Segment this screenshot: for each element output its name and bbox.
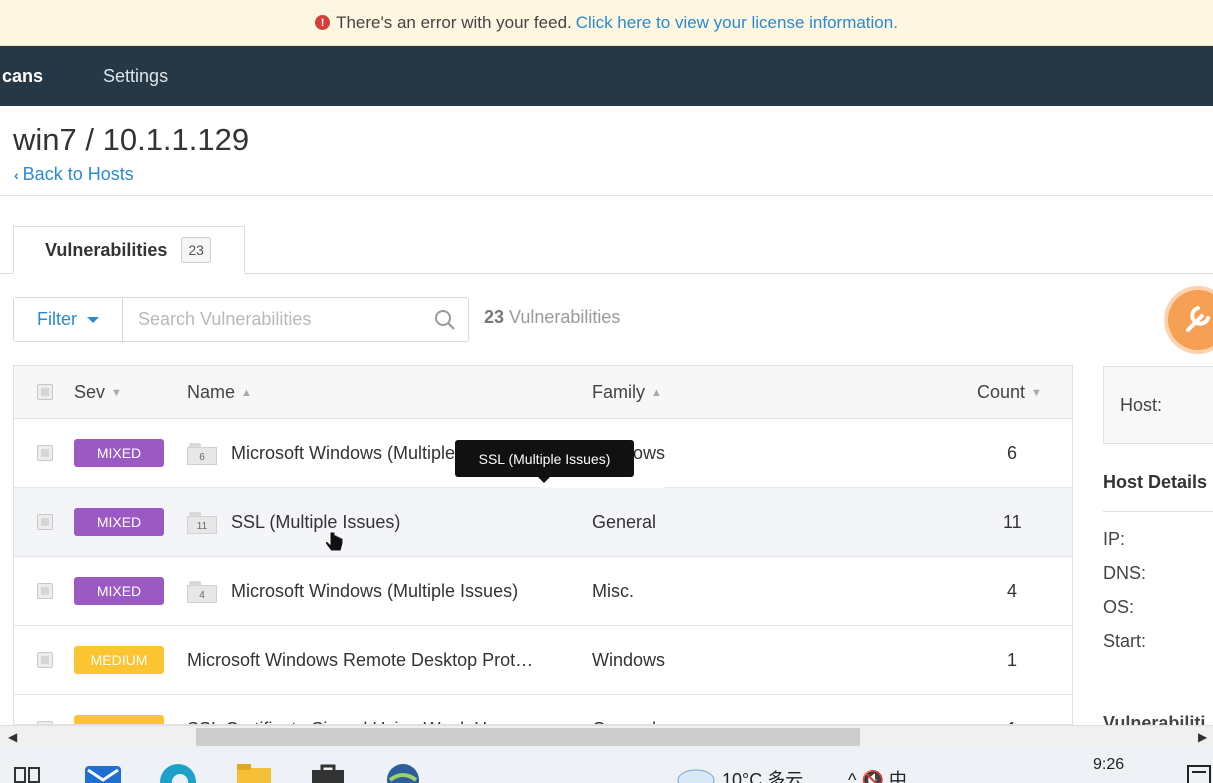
task-view-icon[interactable] <box>14 766 40 783</box>
host-label: Host: <box>1120 394 1163 415</box>
table-row[interactable]: MEDIUM SSL Certificate Signed Using Weak… <box>14 695 1072 724</box>
vulnerability-family: Misc. <box>592 581 634 601</box>
license-error-banner: ! There's an error with your feed. Click… <box>0 0 1213 46</box>
vulnerability-count-cell: 4 <box>1007 581 1018 601</box>
taskbar-clock[interactable]: 9:26 <box>1093 756 1124 774</box>
vulnerability-family: General <box>592 695 656 724</box>
edge-browser-icon[interactable] <box>158 762 198 783</box>
table-row[interactable]: MIXED 11 SSL (Multiple Issues) General 1… <box>14 488 1072 557</box>
column-header-name[interactable]: Name ▲ <box>187 366 252 419</box>
caret-down-icon <box>87 316 99 323</box>
top-navbar: cans Settings <box>0 46 1213 106</box>
vulnerability-count-cell: 1 <box>1007 695 1017 724</box>
sort-asc-icon: ▲ <box>241 386 252 399</box>
severity-badge: MIXED <box>74 508 164 536</box>
sort-desc-icon: ▼ <box>111 386 122 399</box>
vulnerability-count-cell: 11 <box>1003 512 1022 532</box>
folder-icon: 4 <box>187 580 217 603</box>
name-tooltip: SSL (Multiple Issues) <box>455 440 634 483</box>
column-family-label: Family <box>592 382 645 402</box>
vulnerabilities-table: Sev ▼ Name ▲ Family ▲ Count ▼ MIXED 6 Micros… <box>13 365 1073 725</box>
vulnerability-name: Microsoft Windows Remote Desktop Prot… <box>187 650 534 670</box>
vulnerability-family: Windows <box>592 650 666 670</box>
vulnerability-name: SSL Certificate Signed Using Weak Has <box>187 695 506 724</box>
tab-vulnerabilities[interactable]: Vulnerabilities 23 <box>13 226 245 274</box>
windows-taskbar: 10°C 多云 ^ 🔇 中 9:26 <box>0 748 1213 783</box>
sort-desc-icon: ▼ <box>1031 386 1042 399</box>
nav-scans[interactable]: cans <box>2 46 43 106</box>
scrollbar-thumb[interactable] <box>196 728 860 746</box>
filter-search-group: Filter <box>13 297 469 342</box>
column-sev-label: Sev <box>74 382 106 402</box>
column-header-sev[interactable]: Sev ▼ <box>74 366 122 419</box>
vulnerability-count-suffix: Vulnerabilities <box>504 307 621 327</box>
back-link-label: Back to Hosts <box>22 164 134 184</box>
store-icon[interactable] <box>310 762 346 783</box>
os-label: OS: <box>1103 597 1135 617</box>
page-title: win7 / 10.1.1.129 <box>13 122 250 157</box>
row-checkbox[interactable] <box>37 583 53 599</box>
search-vulnerabilities-input[interactable] <box>123 298 422 341</box>
column-name-label: Name <box>187 382 236 402</box>
nav-settings[interactable]: Settings <box>103 46 168 106</box>
column-count-label: Count <box>977 382 1026 402</box>
dns-label: DNS: <box>1103 563 1147 583</box>
scroll-right-icon[interactable]: ▶ <box>1198 730 1207 744</box>
notification-icon[interactable] <box>1186 764 1213 783</box>
table-row[interactable]: MEDIUM Microsoft Windows Remote Desktop … <box>14 626 1072 695</box>
vulnerability-count-cell: 1 <box>1007 650 1018 670</box>
search-icon[interactable] <box>422 298 468 341</box>
tab-count-badge: 23 <box>181 237 211 263</box>
header-divider <box>0 195 1213 196</box>
select-all-checkbox[interactable] <box>37 384 53 400</box>
host-details-divider <box>1103 511 1213 512</box>
group-count: 6 <box>187 446 217 465</box>
start-label: Start: <box>1103 631 1147 651</box>
weather-cloud-icon <box>676 764 716 783</box>
chevron-left-icon: ‹ <box>14 167 19 183</box>
severity-badge: MEDIUM <box>74 715 164 724</box>
app-globe-icon[interactable] <box>384 762 422 783</box>
table-header: Sev ▼ Name ▲ Family ▲ Count ▼ <box>14 366 1072 419</box>
filter-dropdown-button[interactable]: Filter <box>14 298 123 341</box>
back-to-hosts-link[interactable]: ‹ Back to Hosts <box>14 164 134 185</box>
folder-icon: 6 <box>187 442 217 465</box>
vulnerability-name[interactable]: SSL (Multiple Issues) <box>231 512 400 533</box>
error-icon: ! <box>315 15 331 30</box>
vulnerability-count-cell: 6 <box>1007 443 1018 463</box>
column-header-family[interactable]: Family ▲ <box>592 366 662 419</box>
scroll-left-icon[interactable]: ◀ <box>8 730 17 744</box>
row-checkbox[interactable] <box>37 514 53 530</box>
severity-badge: MIXED <box>74 577 164 605</box>
vulnerability-count-number: 23 <box>484 307 505 327</box>
hand-cursor-icon <box>324 530 346 559</box>
row-checkbox[interactable] <box>37 652 53 668</box>
license-info-link[interactable]: Click here to view your license informat… <box>576 13 898 33</box>
vulnerabilities-title: Vulnerabiliti <box>1103 713 1206 725</box>
banner-message: There's an error with your feed. <box>336 12 572 32</box>
vulnerability-count: 23 Vulnerabilities <box>484 307 620 328</box>
file-explorer-icon[interactable] <box>236 762 272 783</box>
sort-asc-icon: ▲ <box>651 386 662 399</box>
group-count: 4 <box>187 584 217 603</box>
filter-label: Filter <box>37 309 77 329</box>
vulnerability-family: General <box>592 512 657 532</box>
folder-icon: 11 <box>187 511 217 534</box>
host-details-title: Host Details <box>1103 472 1208 492</box>
column-header-count[interactable]: Count ▼ <box>977 366 1042 419</box>
group-count: 11 <box>187 515 217 534</box>
system-tray-icons[interactable]: ^ 🔇 中 <box>848 766 907 783</box>
host-selector[interactable]: Host: <box>1103 366 1213 444</box>
severity-badge: MEDIUM <box>74 646 164 674</box>
tab-label: Vulnerabilities <box>45 239 168 260</box>
table-row[interactable]: MIXED 4 Microsoft Windows (Multiple Issu… <box>14 557 1072 626</box>
ip-label: IP: <box>1103 529 1126 549</box>
weather-text[interactable]: 10°C 多云 <box>722 766 803 783</box>
horizontal-scrollbar[interactable]: ◀ ▶ <box>0 725 1213 748</box>
wrench-icon[interactable] <box>1168 290 1213 350</box>
vulnerability-name: Microsoft Windows (Multiple Issues) <box>231 581 519 601</box>
severity-badge: MIXED <box>74 439 164 467</box>
mail-icon[interactable] <box>84 762 122 783</box>
row-checkbox[interactable] <box>37 445 53 461</box>
